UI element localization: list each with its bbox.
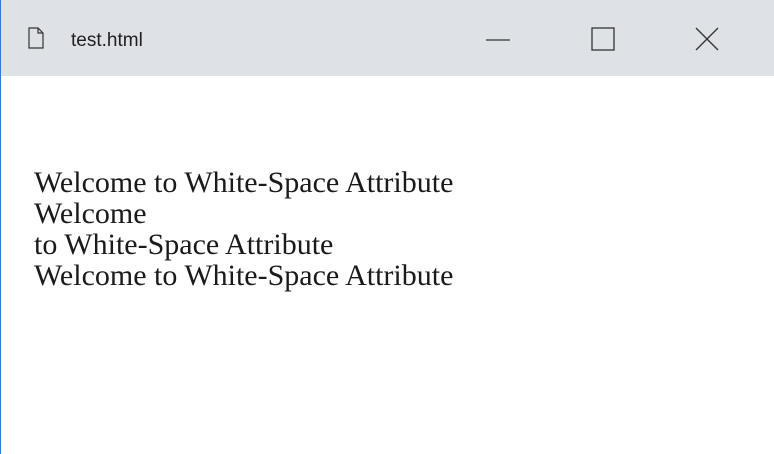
minimize-button[interactable]: [484, 22, 524, 56]
browser-window: test.html Welcome to White-Space Attribu…: [0, 0, 774, 454]
close-icon: [690, 22, 730, 56]
text-line-pre-first: Welcome: [34, 197, 147, 230]
text-line-nowrap: Welcome to White-Space Attribute: [34, 259, 454, 292]
page-icon: [28, 27, 44, 49]
title-bar[interactable]: test.html: [1, 0, 774, 76]
maximize-button[interactable]: [582, 22, 622, 56]
close-button[interactable]: [690, 22, 730, 56]
page-content: Welcome to White-Space Attribute Welcome…: [34, 167, 453, 291]
minimize-icon: [484, 22, 524, 56]
maximize-icon: [582, 22, 622, 56]
text-line-pre-second: to White-Space Attribute: [34, 228, 334, 261]
tab-title: test.html: [71, 30, 143, 51]
text-line-normal: Welcome to White-Space Attribute: [34, 166, 454, 199]
